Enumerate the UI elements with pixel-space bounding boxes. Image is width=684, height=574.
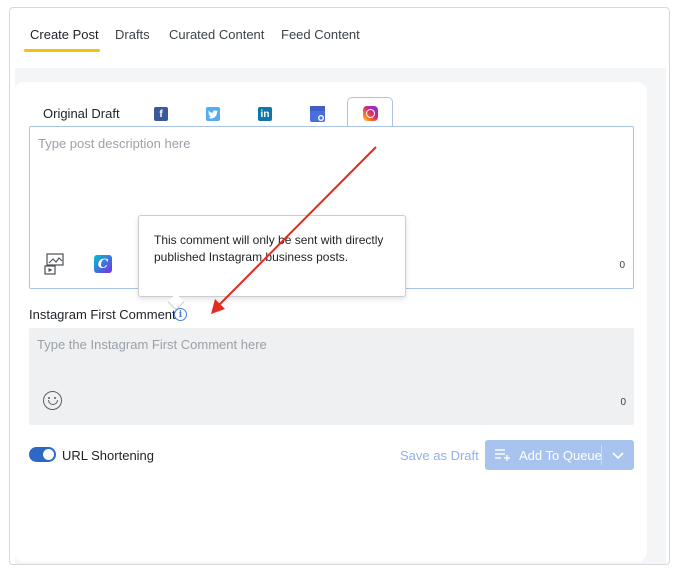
canva-icon[interactable]: C <box>94 255 112 273</box>
add-to-queue-button[interactable]: Add To Queue <box>485 440 634 470</box>
tab-create-post[interactable]: Create Post <box>30 27 99 42</box>
chevron-down-icon[interactable] <box>611 448 625 462</box>
tooltip-text: This comment will only be sent with dire… <box>154 233 384 264</box>
post-description-placeholder: Type post description here <box>38 136 191 151</box>
button-divider <box>601 445 602 465</box>
facebook-icon[interactable]: f <box>154 107 168 121</box>
url-shortening-toggle[interactable] <box>29 447 56 462</box>
save-as-draft-button[interactable]: Save as Draft <box>400 448 479 463</box>
info-icon[interactable]: i <box>174 308 187 321</box>
google-business-icon[interactable] <box>310 106 325 122</box>
active-tab-indicator <box>24 49 100 52</box>
first-comment-placeholder: Type the Instagram First Comment here <box>37 337 267 352</box>
media-library-icon[interactable] <box>44 253 64 275</box>
instagram-icon <box>363 106 378 121</box>
toggle-knob <box>43 449 54 460</box>
tab-instagram[interactable] <box>347 97 393 128</box>
add-to-queue-label: Add To Queue <box>519 448 602 463</box>
first-comment-field[interactable]: Type the Instagram First Comment here 0 <box>29 328 634 425</box>
top-tabs: Create Post Drafts Curated Content Feed … <box>10 8 669 66</box>
tab-drafts[interactable]: Drafts <box>115 27 150 42</box>
tab-feed-content[interactable]: Feed Content <box>281 27 360 42</box>
queue-add-icon <box>495 449 510 461</box>
first-comment-char-count: 0 <box>620 397 626 408</box>
tab-curated-content[interactable]: Curated Content <box>169 27 264 42</box>
url-shortening-label: URL Shortening <box>62 448 155 463</box>
linkedin-icon[interactable]: in <box>258 107 272 121</box>
description-char-count: 0 <box>619 260 625 271</box>
first-comment-tooltip: This comment will only be sent with dire… <box>138 215 406 297</box>
emoji-icon[interactable] <box>43 391 62 410</box>
tab-original-draft[interactable]: Original Draft <box>43 106 120 121</box>
twitter-icon[interactable] <box>206 107 220 121</box>
first-comment-label: Instagram First Comment <box>29 307 176 322</box>
